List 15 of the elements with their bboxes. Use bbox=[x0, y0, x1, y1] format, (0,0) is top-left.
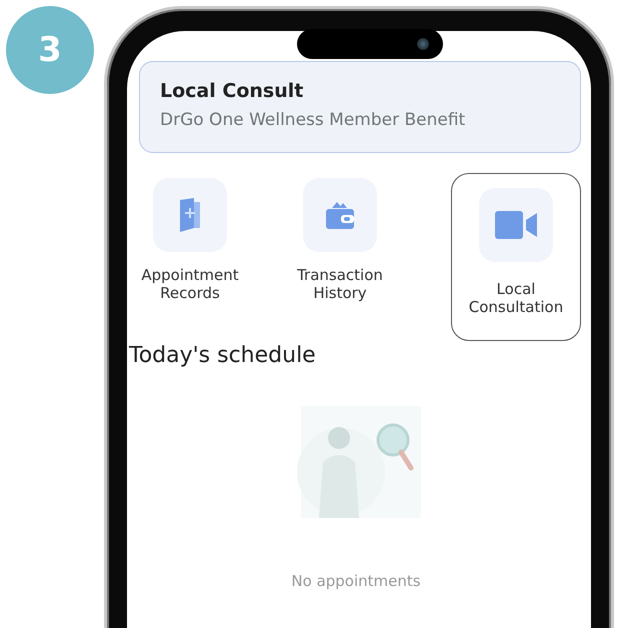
empty-state-text: No appointments bbox=[291, 572, 421, 590]
video-camera-icon bbox=[495, 211, 537, 239]
consultation-card[interactable]: Local Consult DrGo One Wellness Member Benefit bbox=[139, 61, 581, 153]
section-heading: Today's schedule bbox=[129, 343, 316, 368]
menu-item[interactable]: Transaction History bbox=[275, 173, 405, 341]
menu-item[interactable]: Appointment Records bbox=[125, 173, 255, 341]
menu-label: Appointment Records bbox=[140, 266, 240, 302]
card-title: Local Consult bbox=[160, 80, 304, 102]
step-number-badge: 3 bbox=[6, 6, 94, 94]
folder-plus-icon bbox=[178, 198, 202, 232]
menu-label: Transaction History bbox=[296, 266, 384, 302]
menu-label: Local Consultation bbox=[468, 280, 564, 316]
menu-item[interactable]: Local Consultation bbox=[451, 173, 581, 341]
wallet-icon bbox=[324, 200, 356, 230]
card-subtitle: DrGo One Wellness Member Benefit bbox=[160, 110, 466, 130]
